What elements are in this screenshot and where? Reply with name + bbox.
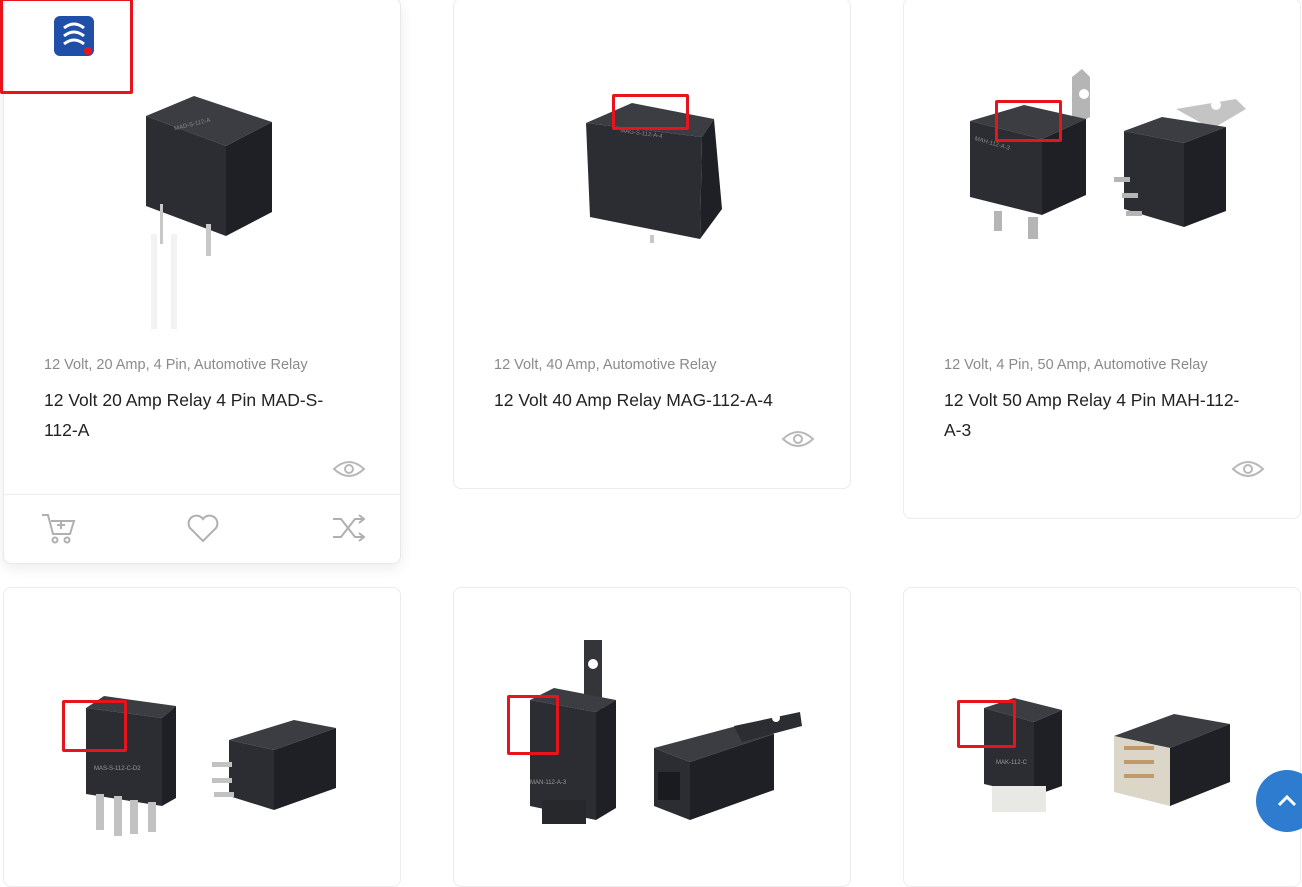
cart-icon[interactable] xyxy=(40,511,76,545)
marking-highlight-box xyxy=(612,94,689,130)
marking-highlight-box xyxy=(957,700,1016,748)
marking-highlight-box xyxy=(995,100,1062,142)
product-title[interactable]: 12 Volt 50 Amp Relay 4 Pin MAH-112-A-3 xyxy=(944,385,1244,445)
product-card-3[interactable]: MAH-112-A-3 12 Volt, 4 Pin, 50 Amp, Auto… xyxy=(903,0,1301,519)
eye-icon[interactable] xyxy=(781,428,815,450)
product-image-text: MAK-112-C xyxy=(996,760,1027,766)
product-image-text: MAN-112-A-3 xyxy=(530,780,567,786)
product-categories[interactable]: 12 Volt, 20 Amp, 4 Pin, Automotive Relay xyxy=(44,357,308,373)
product-categories[interactable]: 12 Volt, 40 Amp, Automotive Relay xyxy=(494,357,716,373)
marking-highlight-box xyxy=(62,700,127,752)
eye-icon[interactable] xyxy=(332,458,366,480)
product-image[interactable]: MAD-S-112-A xyxy=(134,94,284,334)
marking-highlight-box xyxy=(507,695,559,755)
logo-highlight-box xyxy=(0,0,133,94)
product-image[interactable]: MAN-112-A-3 xyxy=(524,640,814,830)
product-actions xyxy=(4,494,400,563)
eye-icon[interactable] xyxy=(1231,458,1265,480)
shuffle-icon[interactable] xyxy=(331,511,367,545)
product-image[interactable]: MAK-112-C xyxy=(974,696,1264,846)
product-categories[interactable]: 12 Volt, 4 Pin, 50 Amp, Automotive Relay xyxy=(944,357,1208,373)
product-title[interactable]: 12 Volt 40 Amp Relay MAG-112-A-4 xyxy=(494,385,814,415)
heart-icon[interactable] xyxy=(185,511,221,545)
product-card-2[interactable]: MAG-S-112-A-4 12 Volt, 40 Amp, Automotiv… xyxy=(453,0,851,489)
product-image[interactable]: MAH-112-A-3 xyxy=(964,69,1254,249)
chevron-up-icon xyxy=(1276,792,1298,813)
product-title[interactable]: 12 Volt 20 Amp Relay 4 Pin MAD-S-112-A xyxy=(44,385,344,445)
product-image-text: MAS-S-112-C-D2 xyxy=(94,766,141,772)
